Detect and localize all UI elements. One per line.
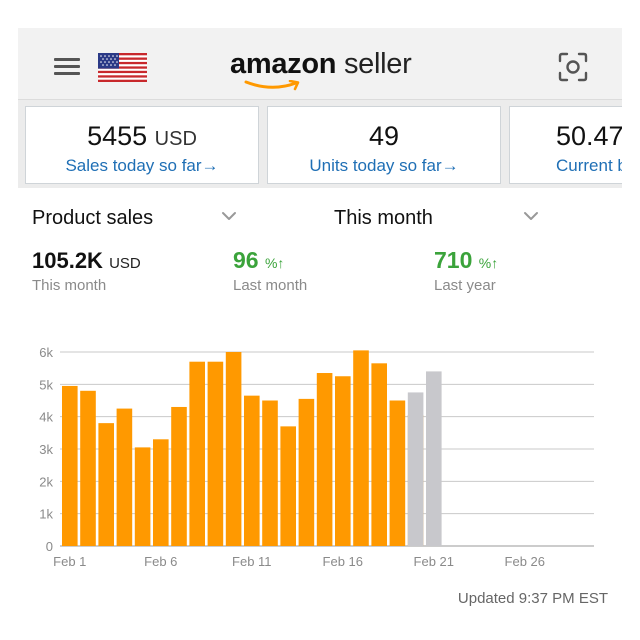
us-flag-icon[interactable] — [98, 53, 147, 82]
x-tick-label: Feb 11 — [232, 554, 272, 569]
sales-today-card[interactable]: 5455 USD Sales today so far→ — [25, 106, 259, 184]
x-tick-label: Feb 6 — [144, 554, 177, 569]
updated-timestamp: Updated 9:37 PM EST — [457, 590, 608, 607]
amazon-seller-logo: amazon seller — [230, 48, 412, 92]
bar-sales — [335, 376, 351, 546]
metric-selector[interactable]: Product sales — [32, 207, 153, 230]
units-today-card[interactable]: 49 Units today so far→ — [267, 106, 501, 184]
bar-sales — [262, 400, 278, 546]
bar-sales — [62, 385, 78, 546]
last-year-change: 710 %↑ — [434, 247, 498, 274]
product-sales-label: This month — [32, 277, 107, 294]
bar-sales — [298, 398, 315, 546]
bar-sales — [316, 373, 333, 546]
up-arrow-icon: %↑ — [264, 255, 285, 271]
bar-sales — [189, 361, 205, 546]
bar-sales — [244, 395, 260, 546]
bar-forecast — [407, 392, 424, 546]
bar-sales — [134, 447, 151, 546]
logo-seller-text: seller — [343, 48, 412, 80]
bar-sales — [80, 390, 96, 546]
product-sales-total: 105.2K USD — [32, 248, 141, 274]
last-month-change: 96 %↑ — [233, 247, 284, 274]
logo-amazon-text: amazon — [230, 48, 337, 80]
last-year-label: Last year — [434, 277, 496, 294]
x-tick-label: Feb 21 — [414, 554, 454, 569]
bar-forecast — [426, 371, 442, 546]
last-year-value: 710 — [434, 247, 473, 273]
x-tick-label: Feb 26 — [505, 554, 545, 569]
product-sales-unit: USD — [109, 255, 141, 272]
daily-sales-bar-chart: 0 1k 2k 3k 4k 5k 6k Feb 1 Feb 6 Feb 11 Feb 16 Feb 2… — [39, 345, 594, 569]
camera-scan-icon[interactable] — [558, 52, 588, 82]
y-tick-label: 6k — [39, 345, 53, 360]
amazon-smile-icon — [244, 80, 300, 91]
x-tick-label: Feb 1 — [53, 554, 86, 569]
product-sales-value: 105.2K — [32, 248, 103, 273]
y-tick-label: 1k — [39, 507, 53, 522]
bar-sales — [207, 361, 224, 546]
current-balance-card[interactable]: 50.47 Current b — [509, 106, 622, 184]
period-selector[interactable]: This month — [334, 207, 433, 230]
hamburger-menu-icon[interactable] — [54, 58, 80, 76]
bar-sales — [153, 439, 169, 546]
x-tick-label: Feb 16 — [323, 554, 363, 569]
y-tick-label: 0 — [46, 539, 53, 554]
sales-today-unit: USD — [154, 128, 197, 150]
up-arrow-icon: %↑ — [478, 255, 499, 271]
y-tick-label: 3k — [39, 442, 53, 457]
bar-sales — [98, 423, 114, 546]
metrics-strip: 5455 USD Sales today so far→ 49 Units to… — [18, 100, 622, 188]
chevron-down-icon[interactable] — [523, 210, 539, 222]
y-tick-label: 2k — [39, 474, 53, 489]
y-tick-label: 5k — [39, 377, 53, 392]
last-month-label: Last month — [233, 277, 308, 294]
bar-sales — [389, 400, 406, 546]
last-month-value: 96 — [233, 247, 259, 273]
chevron-down-icon[interactable] — [221, 210, 237, 222]
sales-today-value: 5455 — [87, 121, 148, 151]
y-tick-label: 4k — [39, 410, 53, 425]
bar-sales — [171, 406, 187, 546]
current-balance-value: 50.47 — [556, 121, 622, 151]
app-header: amazon seller — [18, 28, 622, 100]
sales-today-link[interactable]: Sales today so far→ — [26, 156, 258, 176]
bar-sales — [280, 426, 296, 546]
current-balance-link[interactable]: Current b — [510, 156, 622, 176]
units-today-link[interactable]: Units today so far→ — [268, 156, 500, 176]
units-today-value: 49 — [368, 121, 400, 151]
bar-sales — [353, 350, 369, 546]
bar-sales — [225, 352, 242, 546]
bar-sales — [116, 408, 133, 546]
bar-sales — [371, 363, 387, 546]
